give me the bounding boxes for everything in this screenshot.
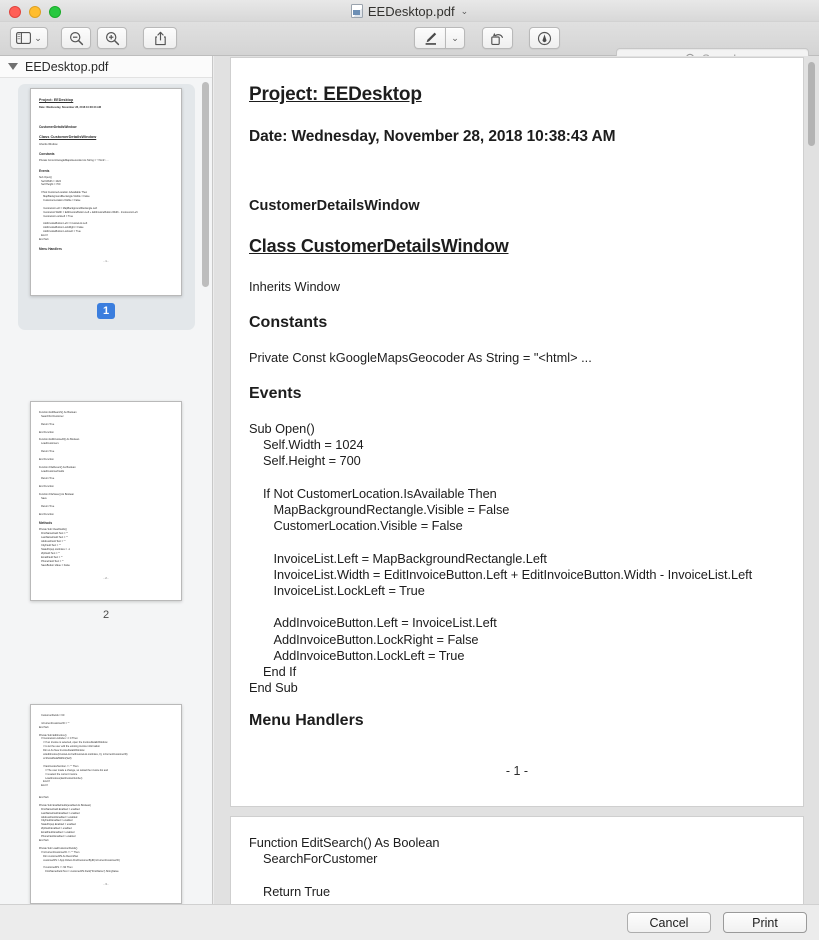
thumb1-constants-body: Private Const kGoogleMapsGeocoder As Str… (39, 159, 109, 163)
page-1-footer: - 1 - (505, 764, 529, 779)
thumb1-date: Date: Wednesday, November 28, 2018 10:38… (39, 106, 102, 109)
thumb3-code-1: CustomerFields = Nil mCurrentCustomerID … (39, 714, 128, 874)
thumbnail-sidebar: EEDesktop.pdf Project: EEDesktop Date: W… (0, 56, 213, 940)
zoom-in-button[interactable] (97, 27, 127, 49)
page-date-line: Date: Wednesday, November 28, 2018 10:38… (249, 128, 616, 145)
class-heading: Class CustomerDetailsWindow (249, 236, 509, 256)
print-button[interactable]: Print (723, 912, 807, 933)
sidebar-toggle-button[interactable]: ⌄ (10, 27, 48, 49)
markup-pen-icon (425, 32, 436, 45)
sidebar-header[interactable]: EEDesktop.pdf (0, 56, 212, 78)
highlight-icon (537, 31, 552, 45)
pdf-scrollbar[interactable] (808, 62, 815, 146)
markup-chevron-down-icon[interactable]: ⌄ (451, 33, 459, 44)
pdf-page-1: Project: EEDesktop Date: Wednesday, Nove… (230, 57, 804, 807)
pdf-page-2: Function EditSearch() As Boolean SearchF… (230, 816, 804, 904)
thumb1-constants-head: Constants (39, 152, 55, 157)
page-2-code-block: Function EditSearch() As Boolean SearchF… (249, 835, 440, 899)
thumbnail-list: Project: EEDesktop Date: Wednesday, Nove… (0, 78, 212, 925)
disclosure-triangle-icon[interactable] (8, 63, 18, 70)
events-heading: Events (249, 385, 302, 402)
menu-handlers-heading: Menu Handlers (249, 712, 364, 730)
main-toolbar: ⌄ ⌄ (0, 22, 819, 70)
share-button[interactable] (143, 27, 177, 49)
page-subheading: CustomerDetailsWindow (249, 198, 420, 214)
pdf-page-view[interactable]: Project: EEDesktop Date: Wednesday, Nove… (214, 56, 819, 904)
sidebar-toggle-icon (16, 32, 32, 44)
highlight-button[interactable] (529, 27, 560, 49)
markup-button[interactable] (414, 27, 445, 49)
thumb2-methods-head: Methods (39, 521, 53, 526)
thumb2-code-1: Function EditSearch() As Boolean SearchF… (39, 411, 80, 516)
thumbnail-page-2[interactable]: Function EditSearch() As Boolean SearchF… (18, 401, 195, 622)
dialog-button-bar: Cancel Print (0, 904, 819, 940)
thumb3-footer: - 3 - (103, 882, 109, 887)
thumb1-title: Project: EEDesktop (39, 98, 74, 102)
window-title-text: EEDesktop.pdf (367, 3, 455, 19)
markup-options-button[interactable]: ⌄ (445, 27, 465, 49)
zoom-out-icon (69, 31, 83, 45)
thumbnail-page-3-preview: CustomerFields = Nil mCurrentCustomerID … (30, 704, 182, 904)
page-title: Project: EEDesktop (249, 84, 422, 105)
window-titlebar: EEDesktop.pdf ⌄ (0, 0, 819, 22)
thumb2-footer: - 2 - (103, 575, 109, 580)
share-icon (154, 31, 166, 45)
zoom-out-button[interactable] (61, 27, 91, 49)
sidebar-chevron-down-icon[interactable]: ⌄ (34, 33, 42, 44)
constants-declaration: Private Const kGoogleMapsGeocoder As Str… (249, 350, 592, 365)
rotate-button[interactable] (482, 27, 513, 49)
thumb1-events-code: Sub Open() Self.Width = 1024 Self.Height… (39, 175, 138, 242)
thumbnail-page-2-preview: Function EditSearch() As Boolean SearchF… (30, 401, 182, 601)
constants-heading: Constants (249, 314, 328, 331)
pdf-document-icon (350, 4, 363, 18)
thumb1-inherits: Inherits Window (39, 143, 58, 147)
thumb1-menu-head: Menu Handlers (39, 247, 62, 252)
thumbnail-page-3[interactable]: CustomerFields = Nil mCurrentCustomerID … (18, 704, 195, 925)
thumbnail-page-2-number: 2 (102, 609, 110, 621)
thumb2-code-2: Private Sub ClearFields() FirstNameField… (39, 528, 70, 567)
title-chevron-down-icon[interactable]: ⌄ (461, 6, 469, 17)
thumbnail-page-1-preview: Project: EEDesktop Date: Wednesday, Nove… (30, 88, 182, 296)
window-title: EEDesktop.pdf ⌄ (0, 0, 819, 22)
thumb1-events-head: Events (39, 168, 50, 173)
sidebar-title-text: EEDesktop.pdf (25, 59, 109, 74)
thumbnail-page-1[interactable]: Project: EEDesktop Date: Wednesday, Nove… (17, 84, 195, 330)
thumbnail-page-1-number: 1 (96, 303, 116, 319)
thumb1-sub: CustomerDetailsWindow (39, 125, 77, 130)
thumb1-class: Class CustomerDetailsWindow (39, 134, 97, 140)
zoom-in-icon (105, 31, 119, 45)
rotate-icon (491, 32, 503, 45)
thumb1-footer: - 1 - (103, 259, 109, 264)
events-code-block: Sub Open() Self.Width = 1024 Self.Height… (249, 421, 753, 696)
preview-window: EEDesktop.pdf ⌄ ⌄ ⌄ EEDesktop.pdf Projec… (0, 0, 819, 940)
inherits-line: Inherits Window (249, 279, 341, 294)
cancel-button[interactable]: Cancel (627, 912, 711, 933)
